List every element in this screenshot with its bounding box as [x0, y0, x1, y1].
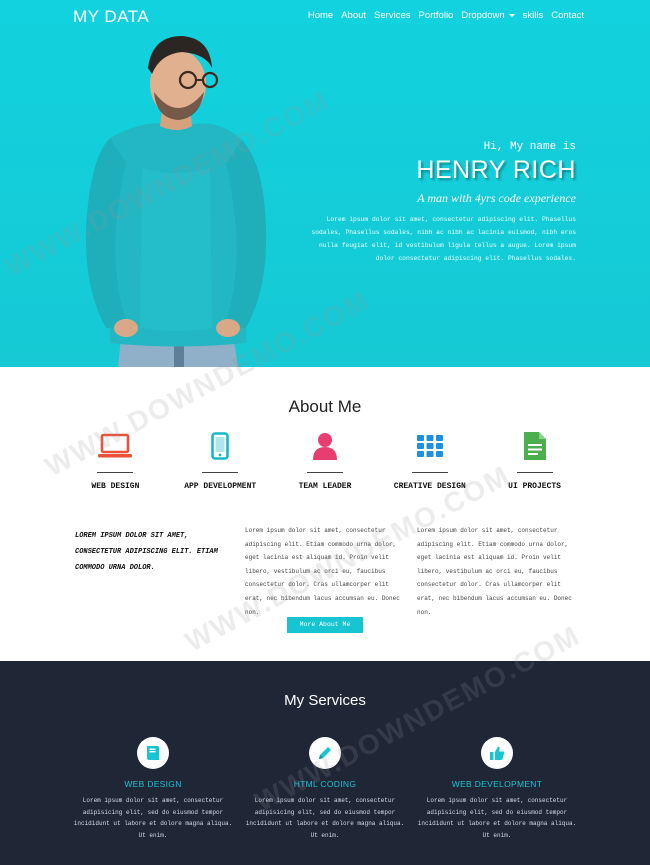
- divider: [306, 472, 343, 473]
- main-nav: Home About Services Portfolio Dropdown s…: [308, 10, 584, 21]
- hero-description: Lorem ipsum dolor sit amet, consectetur …: [311, 216, 576, 262]
- nav-home[interactable]: Home: [308, 10, 333, 21]
- skill-label: APP DEVELOPMENT: [184, 482, 257, 491]
- service-title: HTML CODING: [293, 779, 357, 789]
- about-title: About Me: [288, 397, 362, 416]
- service-title: WEB DESIGN: [124, 779, 182, 789]
- divider: [411, 472, 448, 473]
- about-text-column-1: Lorem ipsum dolor sit amet, consectetur …: [245, 527, 400, 616]
- laptop-icon: [97, 431, 133, 461]
- hero-portrait: [85, 36, 267, 367]
- divider: [97, 472, 134, 473]
- nav-dropdown-label: Dropdown: [461, 10, 505, 21]
- caret-down-icon: [508, 13, 515, 17]
- nav-contact[interactable]: Contact: [551, 10, 584, 21]
- nav-portfolio[interactable]: Portfolio: [418, 10, 453, 21]
- about-lead: LOREM IPSUM DOLOR SIT AMET, CONSECTETUR …: [75, 532, 218, 572]
- nav-skills[interactable]: skills: [523, 10, 544, 21]
- hero-tagline: A man with 4yrs code experience: [417, 191, 576, 205]
- brand-logo[interactable]: MY DATA: [73, 7, 149, 27]
- skill-app-development: APP DEVELOPMENT: [168, 431, 273, 491]
- service-description: Lorem ipsum dolor sit amet, consectetur …: [245, 797, 405, 839]
- skill-ui-projects: UI PROJECTS: [482, 431, 587, 491]
- nav-about[interactable]: About: [341, 10, 366, 21]
- service-html-coding: HTML CODING Lorem ipsum dolor sit amet, …: [240, 737, 410, 841]
- skill-label: TEAM LEADER: [298, 482, 352, 491]
- more-about-button[interactable]: More About Me: [287, 617, 363, 633]
- skill-web-design: WEB DESIGN: [63, 431, 168, 491]
- service-web-design: WEB DESIGN Lorem ipsum dolor sit amet, c…: [68, 737, 238, 841]
- pencil-icon: [309, 737, 341, 769]
- services-title: My Services: [284, 692, 366, 709]
- service-title: WEB DEVELOPMENT: [451, 779, 543, 789]
- user-icon: [307, 431, 343, 461]
- book-icon: [137, 737, 169, 769]
- about-text-column-2: Lorem ipsum dolor sit amet, consectetur …: [417, 527, 572, 616]
- hero-name: HENRY RICH: [416, 156, 576, 184]
- skill-team-leader: TEAM LEADER: [273, 431, 378, 491]
- smartphone-icon: [202, 431, 238, 461]
- skill-label: CREATIVE DESIGN: [393, 482, 466, 491]
- skill-label: WEB DESIGN: [91, 482, 140, 491]
- hero-greeting: Hi, My name is: [483, 141, 576, 153]
- service-description: Lorem ipsum dolor sit amet, consectetur …: [73, 797, 233, 839]
- service-description: Lorem ipsum dolor sit amet, consectetur …: [417, 797, 577, 839]
- nav-dropdown[interactable]: Dropdown: [461, 10, 515, 21]
- services-section: My Services WEB DESIGN Lorem ipsum dolor…: [0, 661, 650, 865]
- skills-row: WEB DESIGN APP DEVELOPMENT TEAM LEADER C…: [63, 431, 587, 491]
- skill-creative-design: CREATIVE DESIGN: [377, 431, 482, 491]
- document-icon: [517, 431, 553, 461]
- divider: [516, 472, 553, 473]
- divider: [202, 472, 239, 473]
- grid-icon: [412, 431, 448, 461]
- nav-services[interactable]: Services: [374, 10, 410, 21]
- hero-section: MY DATA Home About Services Portfolio Dr…: [0, 0, 650, 367]
- skill-label: UI PROJECTS: [508, 482, 561, 491]
- service-web-development: WEB DEVELOPMENT Lorem ipsum dolor sit am…: [412, 737, 582, 841]
- thumbs-up-icon: [481, 737, 513, 769]
